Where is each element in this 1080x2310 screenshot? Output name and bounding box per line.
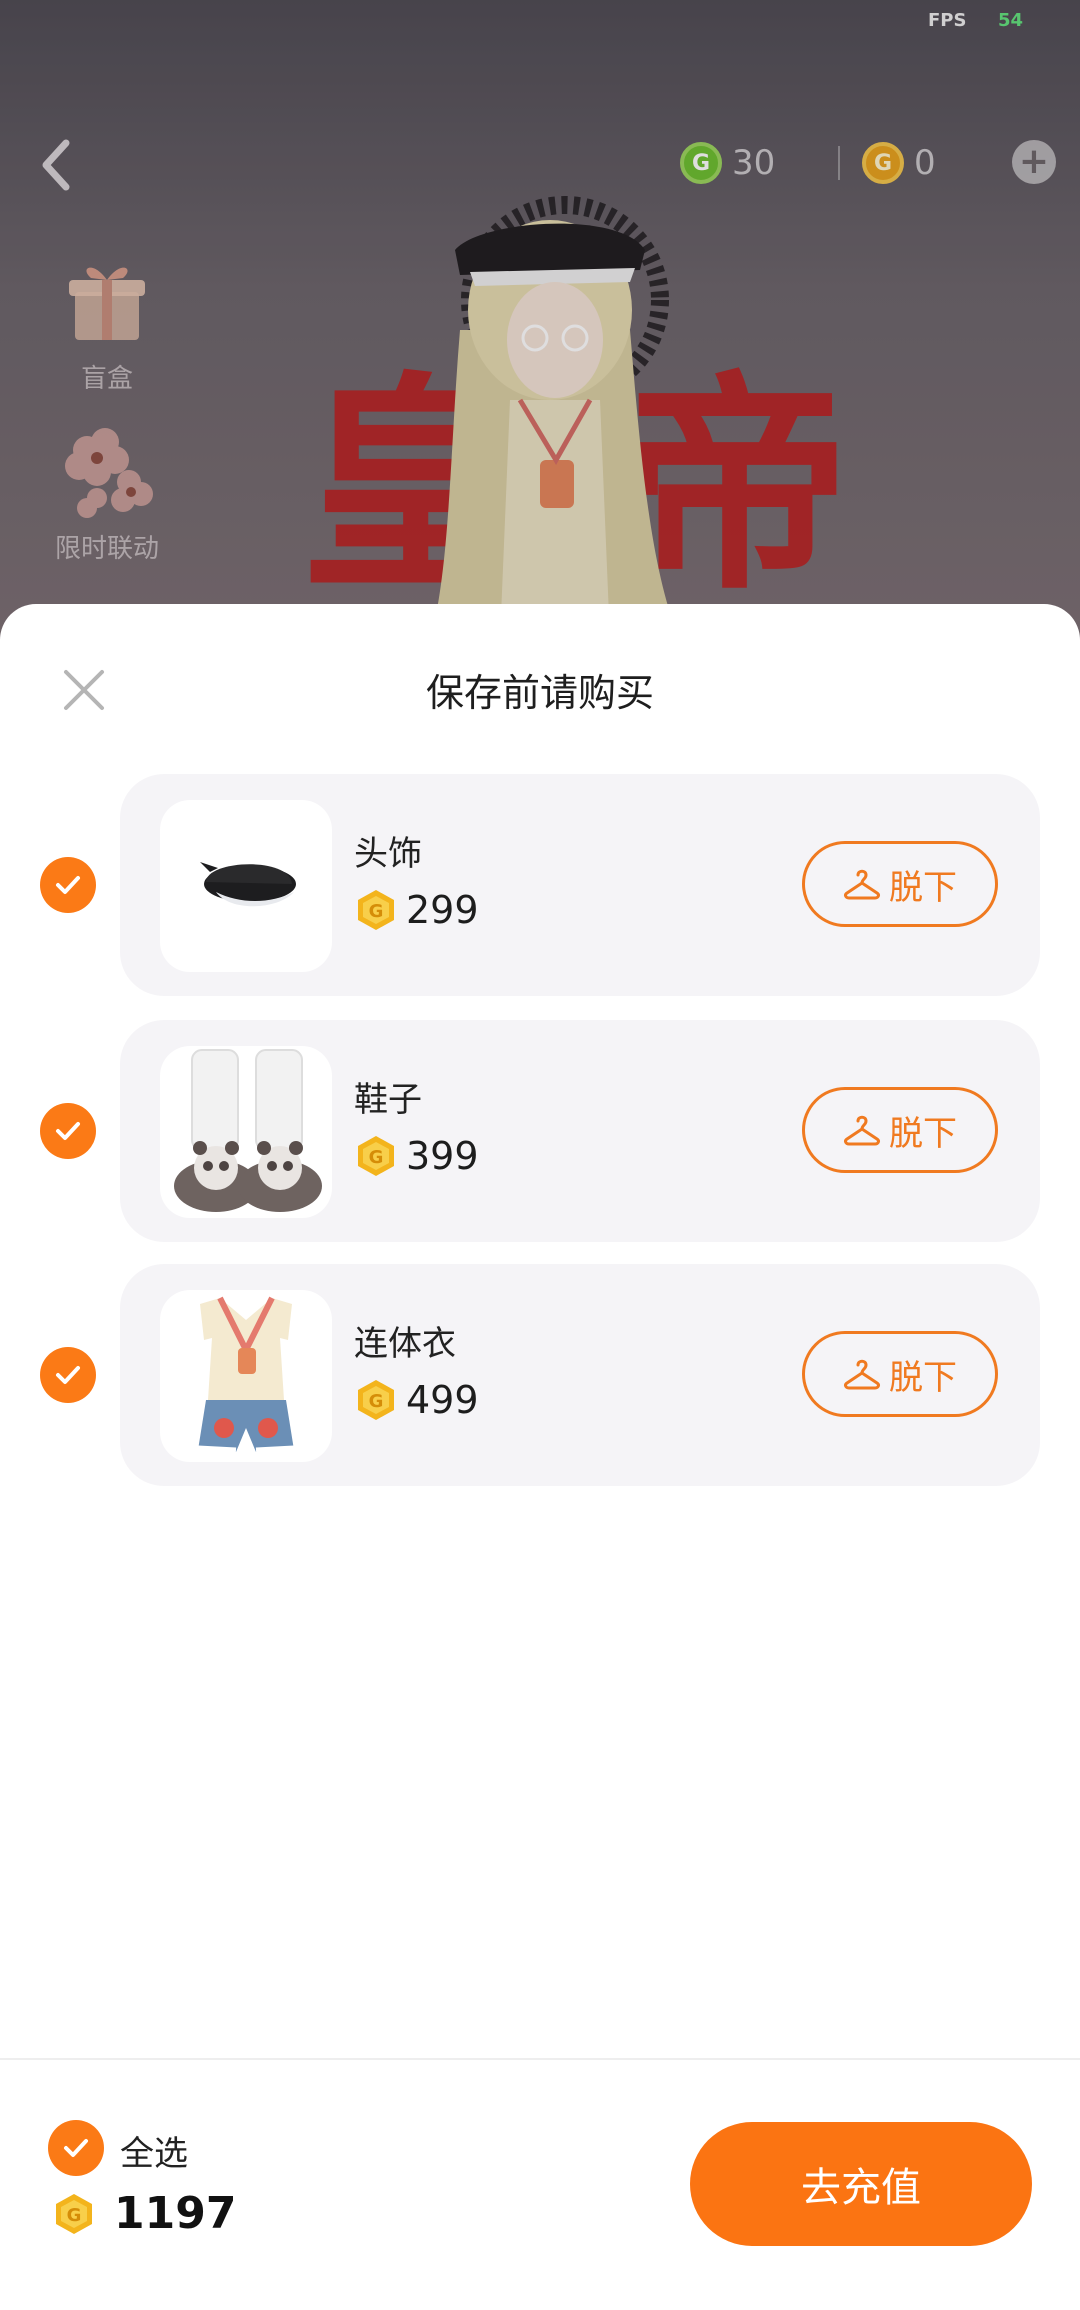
remove-label: 脱下 <box>889 1113 957 1154</box>
panda-slippers-icon <box>174 1049 322 1212</box>
g-coin-gold-icon: G <box>358 890 394 930</box>
g-coin-gold-icon: G <box>358 1380 394 1420</box>
item-price: 299 <box>406 888 479 932</box>
recharge-button[interactable]: 去充值 <box>690 2122 1032 2246</box>
item-checkbox[interactable] <box>40 857 96 913</box>
hanger-icon <box>844 1115 880 1146</box>
remove-button[interactable]: 脱下 <box>802 841 998 927</box>
check-icon <box>56 1366 80 1384</box>
item-name: 鞋子 <box>354 1080 422 1120</box>
svg-text:G: G <box>369 1391 384 1412</box>
svg-text:G: G <box>67 2205 82 2226</box>
item-thumbnail <box>160 1290 332 1462</box>
remove-label: 脱下 <box>889 1357 957 1398</box>
remove-button[interactable]: 脱下 <box>802 1331 998 1417</box>
outfit-icon <box>197 1296 295 1453</box>
item-price-row: G 399 <box>354 1134 479 1178</box>
item-checkbox[interactable] <box>40 1103 96 1159</box>
item-card[interactable]: 头饰 G 299 脱下 <box>120 774 1040 996</box>
list-item: 连体衣 G 499 脱下 <box>0 1264 1080 1486</box>
g-coin-gold-icon: G <box>358 1136 394 1176</box>
item-price: 499 <box>406 1378 479 1422</box>
hanger-icon <box>844 1359 880 1390</box>
total-price: 1197 <box>114 2188 237 2239</box>
item-card[interactable]: 鞋子 G 399 脱下 <box>120 1020 1040 1242</box>
item-name: 头饰 <box>354 834 422 874</box>
sheet-title: 保存前请购买 <box>425 671 654 715</box>
select-all-label: 全选 <box>120 2134 188 2174</box>
check-icon <box>64 2139 88 2157</box>
list-item: 鞋子 G 399 脱下 <box>0 1020 1080 1242</box>
purchase-sheet: 保存前请购买 头饰 G 299 脱下 鞋子 G 399 脱下 连体衣 G 499… <box>0 604 1080 2310</box>
total-price-row: G 1197 <box>52 2188 236 2239</box>
hanger-icon <box>844 869 880 900</box>
g-coin-gold-icon: G <box>56 2193 92 2234</box>
item-card[interactable]: 连体衣 G 499 脱下 <box>120 1264 1040 1486</box>
check-icon <box>56 1122 80 1140</box>
item-price-row: G 299 <box>354 888 479 932</box>
check-icon <box>56 876 80 894</box>
list-item: 头饰 G 299 脱下 <box>0 774 1080 996</box>
item-checkbox[interactable] <box>40 1347 96 1403</box>
item-name: 连体衣 <box>354 1324 456 1364</box>
svg-text:G: G <box>369 901 384 922</box>
item-price-row: G 499 <box>354 1378 479 1422</box>
svg-text:G: G <box>369 1147 384 1168</box>
remove-label: 脱下 <box>889 867 957 908</box>
item-thumbnail <box>160 1046 332 1218</box>
checkout-footer: 全选 G 1197 去充值 <box>0 2058 1080 2310</box>
beret-hat-icon <box>200 862 296 907</box>
scene-overlay <box>0 0 1080 640</box>
remove-button[interactable]: 脱下 <box>802 1087 998 1173</box>
item-price: 399 <box>406 1134 479 1178</box>
item-thumbnail <box>160 800 332 972</box>
game-scene: FPS 54 G 30 G 0 + 盲盒 限时联动 皇 帝 <box>0 0 1080 640</box>
select-all-checkbox[interactable] <box>48 2120 104 2176</box>
